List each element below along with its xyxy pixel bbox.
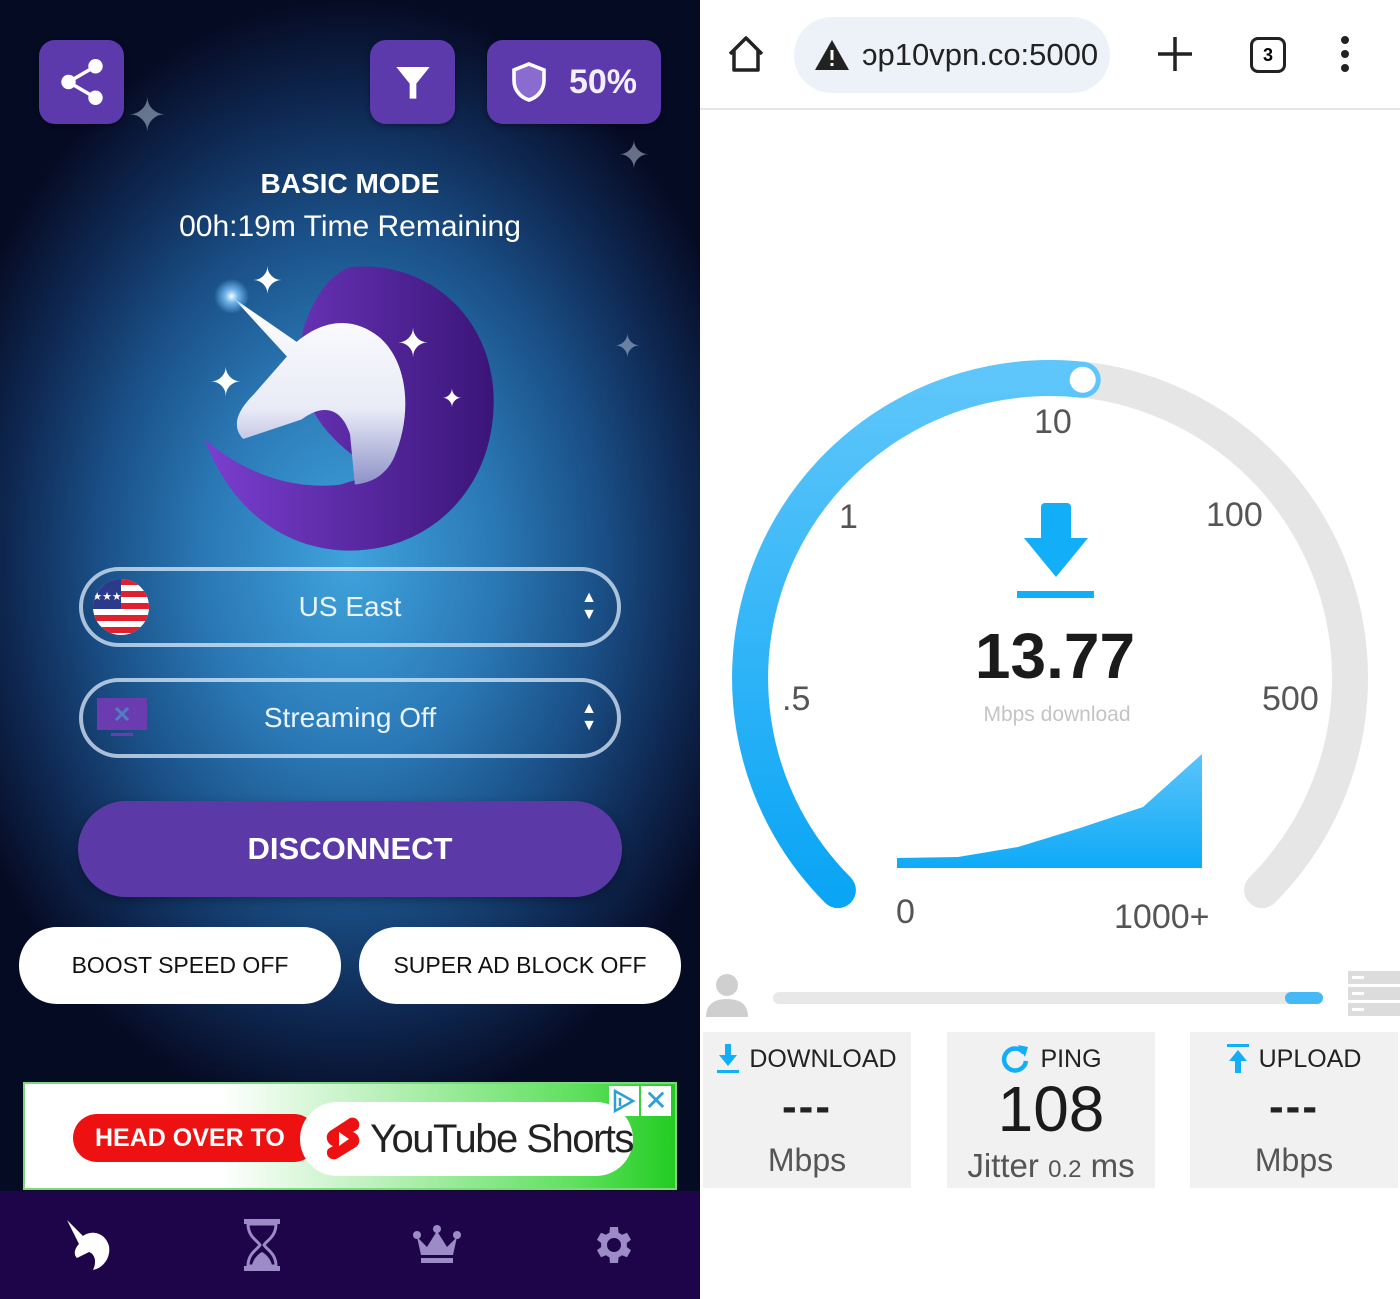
speed-gauge: 0 .5 1 10 100 500 1000+ 13.77 Mbps downl… xyxy=(732,359,1368,936)
download-arrow-icon xyxy=(1017,503,1094,598)
ad-brand: YouTube Shorts xyxy=(300,1102,634,1176)
ad-close-icon[interactable]: ✕ xyxy=(641,1086,671,1116)
ping-label: PING xyxy=(1040,1044,1102,1073)
filter-button[interactable] xyxy=(370,40,455,124)
streaming-mode-select[interactable]: Streaming Off ▲ ▼ xyxy=(79,678,621,758)
current-speed-value: 13.77 xyxy=(975,620,1135,692)
server-icon xyxy=(1348,971,1400,1016)
download-icon xyxy=(717,1044,740,1073)
download-label: DOWNLOAD xyxy=(749,1044,897,1073)
download-unit: Mbps xyxy=(767,1142,847,1178)
crown-icon xyxy=(413,1225,461,1263)
new-tab-icon[interactable] xyxy=(1155,34,1195,74)
filter-icon xyxy=(395,67,430,99)
nav-settings[interactable] xyxy=(582,1215,642,1275)
nav-time[interactable] xyxy=(232,1215,292,1275)
speed-history-area xyxy=(897,754,1202,868)
protection-level-button[interactable]: 50% xyxy=(487,40,661,124)
share-icon xyxy=(60,59,103,105)
hourglass-icon xyxy=(244,1219,280,1271)
svg-text:✦: ✦ xyxy=(441,385,462,413)
vpn-app-pane: ✦ ✦ ✦ 50% BASIC MODE 00h:19m Time Remain… xyxy=(0,0,700,1299)
address-bar[interactable]: ɔp10vpn.co:5000 xyxy=(794,17,1110,93)
server-location-value: US East xyxy=(298,591,402,622)
shield-icon xyxy=(512,62,546,102)
more-menu-icon[interactable] xyxy=(1335,34,1355,74)
tab-switcher-button[interactable]: 3 xyxy=(1250,37,1286,73)
scale-label: .5 xyxy=(782,680,810,718)
test-progress-bar xyxy=(773,992,1323,1004)
time-remaining: 00h:19m Time Remaining xyxy=(179,210,521,243)
sort-arrows-icon: ▲ ▼ xyxy=(581,700,597,734)
protection-percent: 50% xyxy=(568,62,638,101)
sparkle-decoration: ✦ xyxy=(128,89,167,141)
svg-text:✦: ✦ xyxy=(397,322,430,365)
home-icon[interactable] xyxy=(724,32,768,76)
browser-toolbar: ɔp10vpn.co:5000 3 xyxy=(700,0,1400,110)
jitter-unit: ms xyxy=(1090,1147,1135,1184)
user-icon xyxy=(706,974,748,1017)
bottom-nav xyxy=(0,1191,700,1299)
sparkle-decoration: ✦ xyxy=(614,328,641,364)
youtube-shorts-icon xyxy=(326,1117,360,1160)
ping-stat: PING 108 Jitter 0.2 ms xyxy=(947,1032,1155,1188)
jitter-label: Jitter xyxy=(967,1147,1039,1184)
scale-label: 10 xyxy=(1034,403,1072,441)
nav-premium[interactable] xyxy=(407,1215,467,1275)
ping-value: 108 xyxy=(997,1073,1105,1145)
svg-text:✦: ✦ xyxy=(252,260,283,301)
streaming-mode-value: Streaming Off xyxy=(263,702,437,733)
nav-home[interactable] xyxy=(58,1215,118,1275)
boost-speed-toggle[interactable]: BOOST SPEED OFF xyxy=(19,927,341,1004)
scale-label: 100 xyxy=(1206,496,1263,534)
scale-label: 500 xyxy=(1262,680,1319,718)
ad-brand-text: YouTube Shorts xyxy=(370,1116,634,1161)
download-value: --- xyxy=(782,1082,832,1131)
upload-value: --- xyxy=(1269,1082,1319,1131)
test-progress-row xyxy=(700,965,1400,1025)
test-progress-fill xyxy=(1284,992,1323,1004)
ad-choices-icon[interactable] xyxy=(609,1086,639,1116)
upload-icon xyxy=(1226,1044,1249,1073)
download-stat: DOWNLOAD --- Mbps xyxy=(703,1032,911,1188)
upload-label: UPLOAD xyxy=(1258,1044,1362,1073)
server-location-select[interactable]: ★★★ US East ▲ ▼ xyxy=(79,567,621,647)
svg-text:✦: ✦ xyxy=(209,361,242,404)
mode-title: BASIC MODE xyxy=(260,168,440,199)
scale-label: 1 xyxy=(839,498,858,536)
upload-unit: Mbps xyxy=(1254,1142,1334,1178)
disconnect-button[interactable]: DISCONNECT xyxy=(78,801,622,897)
gauge-needle-knob xyxy=(1069,366,1096,393)
browser-pane: ɔp10vpn.co:5000 3 0 .5 1 10 100 500 1000… xyxy=(700,0,1400,1299)
warning-icon xyxy=(815,40,849,70)
gear-icon xyxy=(597,1227,631,1263)
ad-banner[interactable]: HEAD OVER TO YouTube Shorts ✕ xyxy=(23,1082,677,1190)
scale-label: 1000+ xyxy=(1114,898,1210,936)
jitter-line: Jitter 0.2 ms xyxy=(947,1147,1155,1185)
refresh-icon xyxy=(1002,1045,1029,1073)
ad-headline: HEAD OVER TO xyxy=(73,1114,318,1162)
unicorn-icon xyxy=(67,1220,110,1270)
upload-stat: UPLOAD --- Mbps xyxy=(1190,1032,1398,1188)
current-speed-unit: Mbps download xyxy=(983,703,1130,726)
sort-arrows-icon: ▲ ▼ xyxy=(581,589,597,623)
url-text: ɔp10vpn.co:5000 xyxy=(862,37,1099,72)
scale-label: 0 xyxy=(896,893,915,931)
super-ad-block-toggle[interactable]: SUPER AD BLOCK OFF xyxy=(359,927,681,1004)
jitter-value: 0.2 xyxy=(1048,1156,1082,1183)
share-button[interactable] xyxy=(39,40,124,124)
unicorn-logo: ✦ ✦ ✦ ✦ xyxy=(204,260,494,551)
